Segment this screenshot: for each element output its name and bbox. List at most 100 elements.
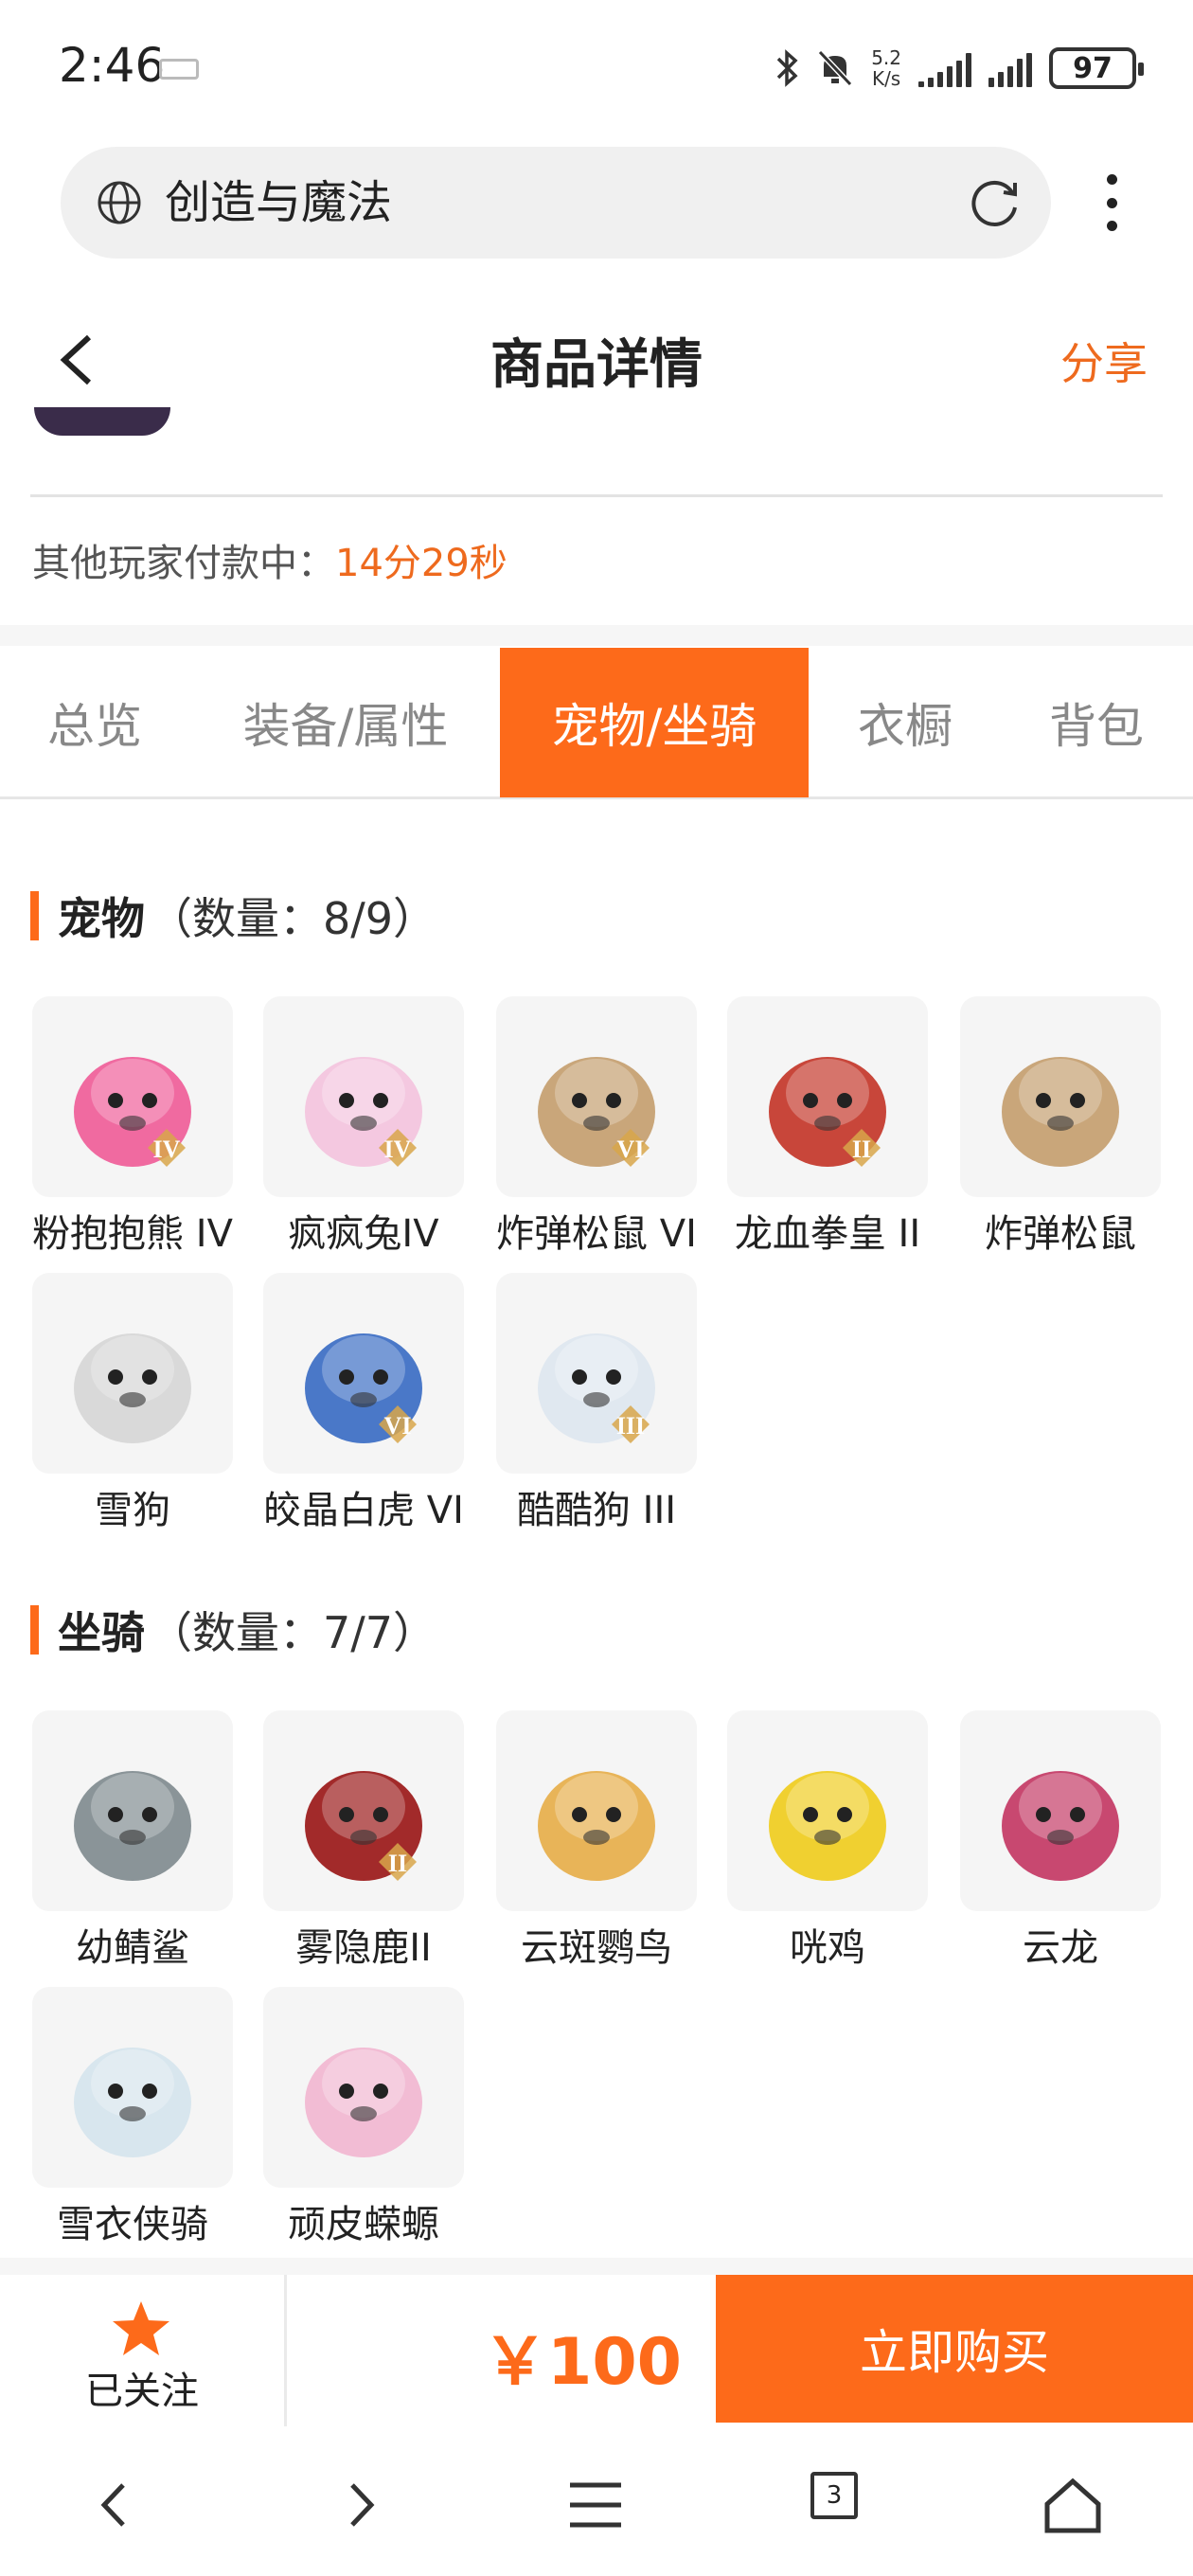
pet-image: II	[769, 1057, 886, 1167]
pet-item-card[interactable]	[32, 1273, 233, 1474]
tab-wardrobe[interactable]: 衣橱	[810, 648, 1000, 797]
status-time: 2:46	[59, 38, 166, 93]
tab-backpack[interactable]: 背包	[1000, 648, 1193, 797]
tab-pets-mounts[interactable]: 宠物/坐骑	[500, 648, 809, 797]
tab-overview[interactable]: 总览	[0, 648, 189, 797]
buy-now-button[interactable]: 立即购买	[716, 2275, 1193, 2423]
sim-icon	[159, 59, 199, 80]
status-icons: 5.2 K/s 97	[775, 40, 1144, 97]
mount-item-card[interactable]	[960, 1710, 1161, 1911]
pet-image: VI	[305, 1333, 422, 1443]
mount-item-name: 幼鲭鲨	[76, 1926, 189, 1970]
mount-item-card[interactable]	[263, 1987, 464, 2188]
divider	[30, 494, 1163, 497]
pet-image	[74, 1333, 191, 1443]
page-title: 商品详情	[490, 334, 703, 396]
mount-image	[305, 2048, 422, 2157]
pet-item-card[interactable]: VI	[496, 996, 697, 1197]
cut-off-row	[0, 407, 1193, 464]
battery-level: 97	[1073, 51, 1113, 85]
section-marker	[30, 891, 39, 940]
pet-item-name: 龙血拳皇 II	[734, 1212, 921, 1256]
nav-back-icon[interactable]	[81, 2472, 148, 2538]
purchase-bar: 已关注 ￥100 立即购买	[0, 2275, 1193, 2426]
svg-text:IV: IV	[153, 1136, 181, 1163]
mount-image	[74, 1771, 191, 1881]
mounts-count: （数量：7/7）	[149, 1607, 437, 1658]
share-button[interactable]: 分享	[1060, 330, 1148, 392]
address-bar[interactable]: 创造与魔法	[61, 147, 1051, 259]
pet-item-name: 疯疯兔IV	[288, 1212, 439, 1256]
mount-image	[769, 1771, 886, 1881]
status-bar: 2:46 5.2 K/s 97	[0, 0, 1193, 133]
signal-icon-2	[988, 49, 1032, 87]
mount-item-name: 顽皮蝾螈	[288, 2203, 439, 2246]
mount-item-name: 雪衣侠骑	[57, 2203, 208, 2246]
svg-text:III: III	[616, 1412, 645, 1440]
signal-icon-1	[918, 49, 971, 87]
svg-text:II: II	[388, 1850, 407, 1877]
pet-image: III	[538, 1333, 655, 1443]
pet-item-name: 炸弹松鼠 VI	[496, 1212, 697, 1256]
section-gap	[0, 625, 1193, 646]
payment-countdown: 14分29秒	[335, 542, 507, 585]
globe-icon	[98, 181, 141, 224]
star-icon	[113, 2301, 169, 2355]
follow-label: 已关注	[85, 2370, 199, 2413]
pet-item-name: 粉抱抱熊 IV	[32, 1212, 233, 1256]
mount-item-card[interactable]	[32, 1710, 233, 1911]
mount-item-card[interactable]	[32, 1987, 233, 2188]
tab-equipment[interactable]: 装备/属性	[208, 648, 483, 797]
reload-icon[interactable]	[968, 175, 1023, 230]
pet-item-card[interactable]: IV	[32, 996, 233, 1197]
svg-text:VI: VI	[384, 1412, 412, 1440]
nav-forward-icon[interactable]	[328, 2472, 394, 2538]
mount-image	[74, 2048, 191, 2157]
system-navigation	[0, 2434, 1193, 2576]
mount-item-card[interactable]	[727, 1710, 928, 1911]
mute-icon	[818, 49, 853, 87]
pet-item-card[interactable]	[960, 996, 1161, 1197]
speed-value: 5.2	[871, 46, 901, 69]
svg-text:IV: IV	[384, 1136, 412, 1163]
mount-image	[1002, 1771, 1119, 1881]
tab-count-button[interactable]: 3	[810, 2472, 858, 2519]
pet-item-card[interactable]: III	[496, 1273, 697, 1474]
mount-image: II	[305, 1771, 422, 1881]
follow-button[interactable]: 已关注	[0, 2275, 284, 2426]
bluetooth-icon	[776, 49, 798, 87]
payment-status: 其他玩家付款中：14分29秒	[32, 532, 507, 587]
pet-item-card[interactable]: VI	[263, 1273, 464, 1474]
avatar	[34, 407, 170, 436]
pet-image: IV	[74, 1057, 191, 1167]
address-text[interactable]: 创造与魔法	[165, 173, 392, 232]
payment-label: 其他玩家付款中：	[32, 542, 335, 585]
battery-icon: 97	[1049, 47, 1144, 89]
section-gap	[0, 2258, 1193, 2275]
mount-item-card[interactable]: II	[263, 1710, 464, 1911]
mount-item-name: 云斑鹦鸟	[521, 1926, 672, 1970]
section-marker	[30, 1605, 39, 1655]
pet-item-name: 雪狗	[95, 1489, 170, 1532]
pet-image: VI	[538, 1057, 655, 1167]
pet-image: IV	[305, 1057, 422, 1167]
speed-unit: K/s	[871, 67, 901, 90]
nav-home-icon[interactable]	[1040, 2472, 1106, 2538]
mount-image	[538, 1771, 655, 1881]
svg-text:II: II	[852, 1136, 871, 1163]
mount-item-card[interactable]	[496, 1710, 697, 1911]
nav-menu-icon[interactable]	[562, 2472, 629, 2538]
pet-item-name: 炸弹松鼠	[985, 1212, 1136, 1256]
price: ￥100	[483, 2325, 682, 2400]
mount-item-name: 雾隐鹿II	[295, 1926, 432, 1970]
pet-image	[1002, 1057, 1119, 1167]
network-speed: 5.2 K/s	[871, 47, 901, 89]
mount-item-name: 咣鸡	[790, 1926, 865, 1970]
pet-item-card[interactable]: IV	[263, 996, 464, 1197]
mounts-section-title: 坐骑 （数量：7/7）	[30, 1599, 436, 1661]
mount-item-name: 云龙	[1023, 1926, 1098, 1970]
pet-item-card[interactable]: II	[727, 996, 928, 1197]
mounts-title: 坐骑	[58, 1607, 145, 1658]
more-menu-icon[interactable]	[1102, 174, 1121, 231]
category-tabs: 总览 装备/属性 宠物/坐骑 衣橱 背包	[0, 648, 1193, 799]
